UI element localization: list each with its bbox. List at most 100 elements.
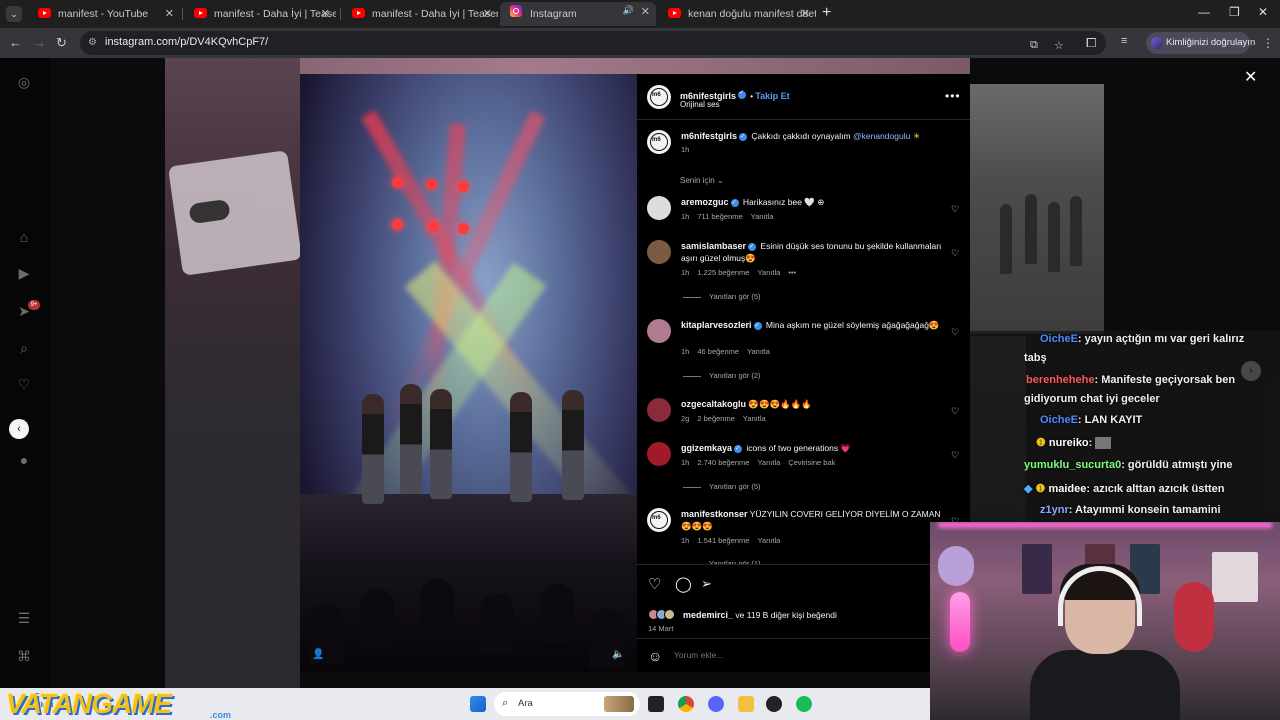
translate-button[interactable]: Çevirisine bak	[788, 458, 835, 467]
media-control-icon[interactable]: ≡	[1121, 35, 1127, 47]
reply-button[interactable]: Yanıtla	[747, 347, 770, 356]
close-icon[interactable]: ✕	[483, 7, 492, 20]
commenter-username[interactable]: kitaplarvesozleri	[681, 320, 752, 330]
bookmark-star-icon[interactable]: ☆	[1054, 39, 1064, 52]
tab-teaser-1[interactable]: manifest - Daha İyi | Teaser 1 -✕	[184, 4, 336, 24]
comment-options-icon[interactable]: •••	[788, 268, 796, 277]
reply-button[interactable]: Yanıtla	[757, 536, 780, 545]
commenter-avatar[interactable]	[647, 319, 671, 343]
comment-likes[interactable]: 46 beğenme	[697, 347, 739, 356]
new-tab-button[interactable]: +	[822, 4, 831, 22]
author-avatar[interactable]	[647, 85, 671, 109]
reload-icon[interactable]: ↻	[56, 35, 67, 51]
post-video[interactable]: 👤 🔈	[300, 74, 637, 672]
chrome-icon[interactable]	[678, 696, 694, 712]
tab-youtube[interactable]: manifest - YouTube ✕	[28, 4, 180, 24]
maximize-icon[interactable]: ❐	[1229, 5, 1240, 19]
file-explorer-icon[interactable]	[738, 696, 754, 712]
comment-filter[interactable]: Senin için ⌄	[680, 176, 724, 185]
likes-user[interactable]: medemirci_	[683, 610, 733, 620]
close-icon[interactable]: ✕	[641, 5, 650, 18]
forward-icon[interactable]: →	[33, 35, 46, 50]
view-replies-button[interactable]: Yanıtları gör (2)	[683, 371, 761, 380]
reply-button[interactable]: Yanıtla	[757, 268, 780, 277]
like-comment-icon[interactable]: ♡	[951, 248, 961, 258]
install-app-icon[interactable]: ⧉	[1030, 39, 1038, 52]
share-icon[interactable]: ➢	[701, 576, 712, 592]
tab-instagram[interactable]: Instagram 🔊 ✕	[500, 2, 656, 26]
windows-start-icon[interactable]	[470, 696, 486, 712]
commenter-avatar[interactable]	[647, 196, 671, 220]
commenter-username[interactable]: manifestkonser	[681, 509, 748, 519]
commenter-username[interactable]: samislambaser	[681, 241, 746, 251]
follow-button[interactable]: Takip Et	[755, 91, 789, 101]
like-icon[interactable]: ♡	[648, 575, 661, 593]
commenter-avatar[interactable]	[647, 442, 671, 466]
spotify-icon[interactable]	[796, 696, 812, 712]
back-icon[interactable]: ←	[9, 35, 22, 50]
reply-button[interactable]: Yanıtla	[751, 212, 774, 221]
threads-icon[interactable]: ⌘	[15, 647, 33, 665]
emoji-icon[interactable]: ☺	[648, 648, 662, 664]
extensions-icon[interactable]: ⧠	[1086, 35, 1096, 51]
comment-likes[interactable]: 711 beğenme	[697, 212, 742, 221]
view-replies-button[interactable]: Yanıtları gör (5)	[683, 292, 761, 301]
tagged-user-icon[interactable]: 👤	[312, 649, 324, 660]
site-info-icon[interactable]: ⚙	[88, 37, 100, 49]
comment-likes[interactable]: 1.225 beğenme	[697, 268, 749, 277]
discord-icon[interactable]	[708, 696, 724, 712]
audio-label[interactable]: Orijinal ses	[680, 100, 720, 109]
reply-button[interactable]: Yanıtla	[743, 414, 766, 423]
close-modal-icon[interactable]: ✕	[1244, 67, 1257, 87]
like-comment-icon[interactable]: ♡	[951, 327, 961, 337]
commenter-avatar[interactable]	[647, 508, 671, 532]
profile-avatar-icon[interactable]: ●	[15, 451, 33, 469]
search-icon[interactable]: ⌕	[15, 339, 33, 357]
comment-likes[interactable]: 2 beğenme	[697, 414, 735, 423]
mute-icon[interactable]: 🔈	[612, 649, 624, 660]
likes-summary[interactable]: medemirci_ ve 119 B diğer kişi beğendi	[683, 610, 837, 620]
tab-teaser-2[interactable]: manifest - Daha İyi | Teaser 2 -✕	[342, 4, 498, 24]
likes-count-text[interactable]: ve 119 B diğer kişi beğendi	[735, 610, 836, 620]
caption-mention[interactable]: @kenandogulu	[853, 131, 910, 141]
comment-likes[interactable]: 1.541 beğenme	[697, 536, 749, 545]
more-options-icon[interactable]: •••	[945, 89, 961, 103]
home-icon[interactable]: ⌂	[15, 228, 33, 246]
task-view-icon[interactable]	[648, 696, 664, 712]
like-comment-icon[interactable]: ♡	[951, 406, 961, 416]
commenter-avatar[interactable]	[647, 240, 671, 264]
heart-icon[interactable]: ♡	[15, 375, 33, 393]
profile-button[interactable]: Kimliğinizi doğrulayın	[1146, 32, 1255, 54]
tab-search-button[interactable]: ⌄	[6, 6, 22, 22]
taskbar-search[interactable]: ⌕ Ara	[494, 692, 640, 716]
commenter-username[interactable]: ozgecaltakoglu	[681, 399, 746, 409]
url-text[interactable]: instagram.com/p/DV4KQvhCpF7/	[105, 36, 268, 48]
previous-post-button[interactable]: ‹	[9, 419, 29, 439]
speaker-icon[interactable]: 🔊	[623, 5, 634, 16]
reels-icon[interactable]: ▶	[15, 264, 33, 282]
chat-message: z1ynr: Atayımmi konsein tamamini	[1040, 504, 1221, 516]
author-avatar[interactable]	[647, 130, 671, 154]
commenter-username[interactable]: aremozguc	[681, 197, 729, 207]
browser-menu-icon[interactable]: ⋮	[1262, 36, 1274, 50]
view-replies-button[interactable]: Yanıtları gör (5)	[683, 482, 761, 491]
close-icon[interactable]: ✕	[321, 7, 330, 20]
comment-icon[interactable]: ◯	[675, 575, 692, 593]
instagram-logo-icon[interactable]: ◎	[15, 73, 33, 91]
like-comment-icon[interactable]: ♡	[951, 450, 961, 460]
minimize-icon[interactable]: —	[1198, 5, 1210, 19]
commenter-username[interactable]: ggizemkaya	[681, 443, 732, 453]
commenter-avatar[interactable]	[647, 398, 671, 422]
reply-button[interactable]: Yanıtla	[757, 458, 780, 467]
close-window-icon[interactable]: ✕	[1258, 5, 1268, 19]
menu-icon[interactable]: ☰	[15, 609, 33, 627]
obs-icon[interactable]	[766, 696, 782, 712]
comment-input[interactable]	[674, 650, 894, 660]
address-bar[interactable]: ⚙ instagram.com/p/DV4KQvhCpF7/ ⧉ ☆	[80, 31, 1106, 55]
like-comment-icon[interactable]: ♡	[951, 204, 961, 214]
tab-duet[interactable]: kenan doğulu manifest düet - Y✕	[658, 4, 816, 24]
comment-likes[interactable]: 2.740 beğenme	[697, 458, 749, 467]
close-icon[interactable]: ✕	[801, 7, 810, 20]
caption-username[interactable]: m6nifestgirls	[681, 131, 737, 141]
close-icon[interactable]: ✕	[165, 7, 174, 20]
